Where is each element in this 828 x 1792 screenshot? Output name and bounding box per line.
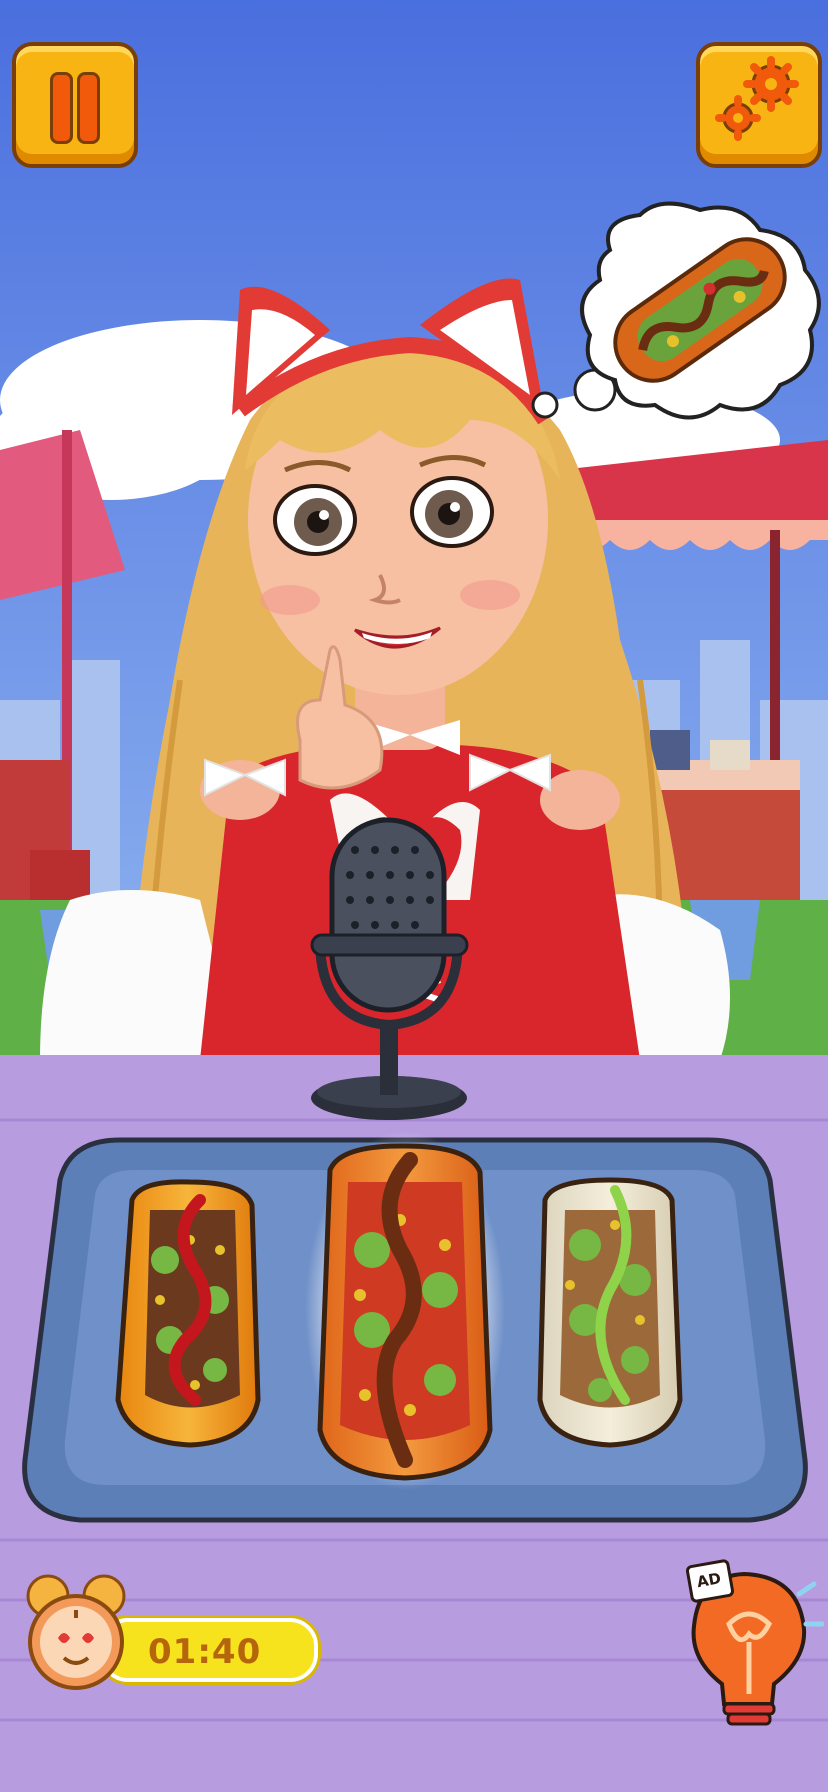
settings-button[interactable] [696, 42, 822, 168]
pause-button[interactable] [12, 42, 138, 168]
ad-badge-label: AD [695, 1569, 723, 1592]
burrito-option-1[interactable] [115, 1179, 261, 1448]
game-scene [0, 0, 828, 1792]
alarm-clock-icon [26, 1574, 126, 1690]
ad-badge: AD [685, 1558, 735, 1604]
burrito-option-2[interactable] [305, 1130, 505, 1490]
burrito-option-3[interactable] [537, 1177, 683, 1448]
pause-icon [50, 72, 100, 144]
timer: 01:40 [18, 1574, 318, 1704]
gear-icon [715, 56, 799, 141]
hint-button[interactable]: AD [674, 1554, 825, 1734]
timer-value: 01:40 [148, 1632, 262, 1672]
